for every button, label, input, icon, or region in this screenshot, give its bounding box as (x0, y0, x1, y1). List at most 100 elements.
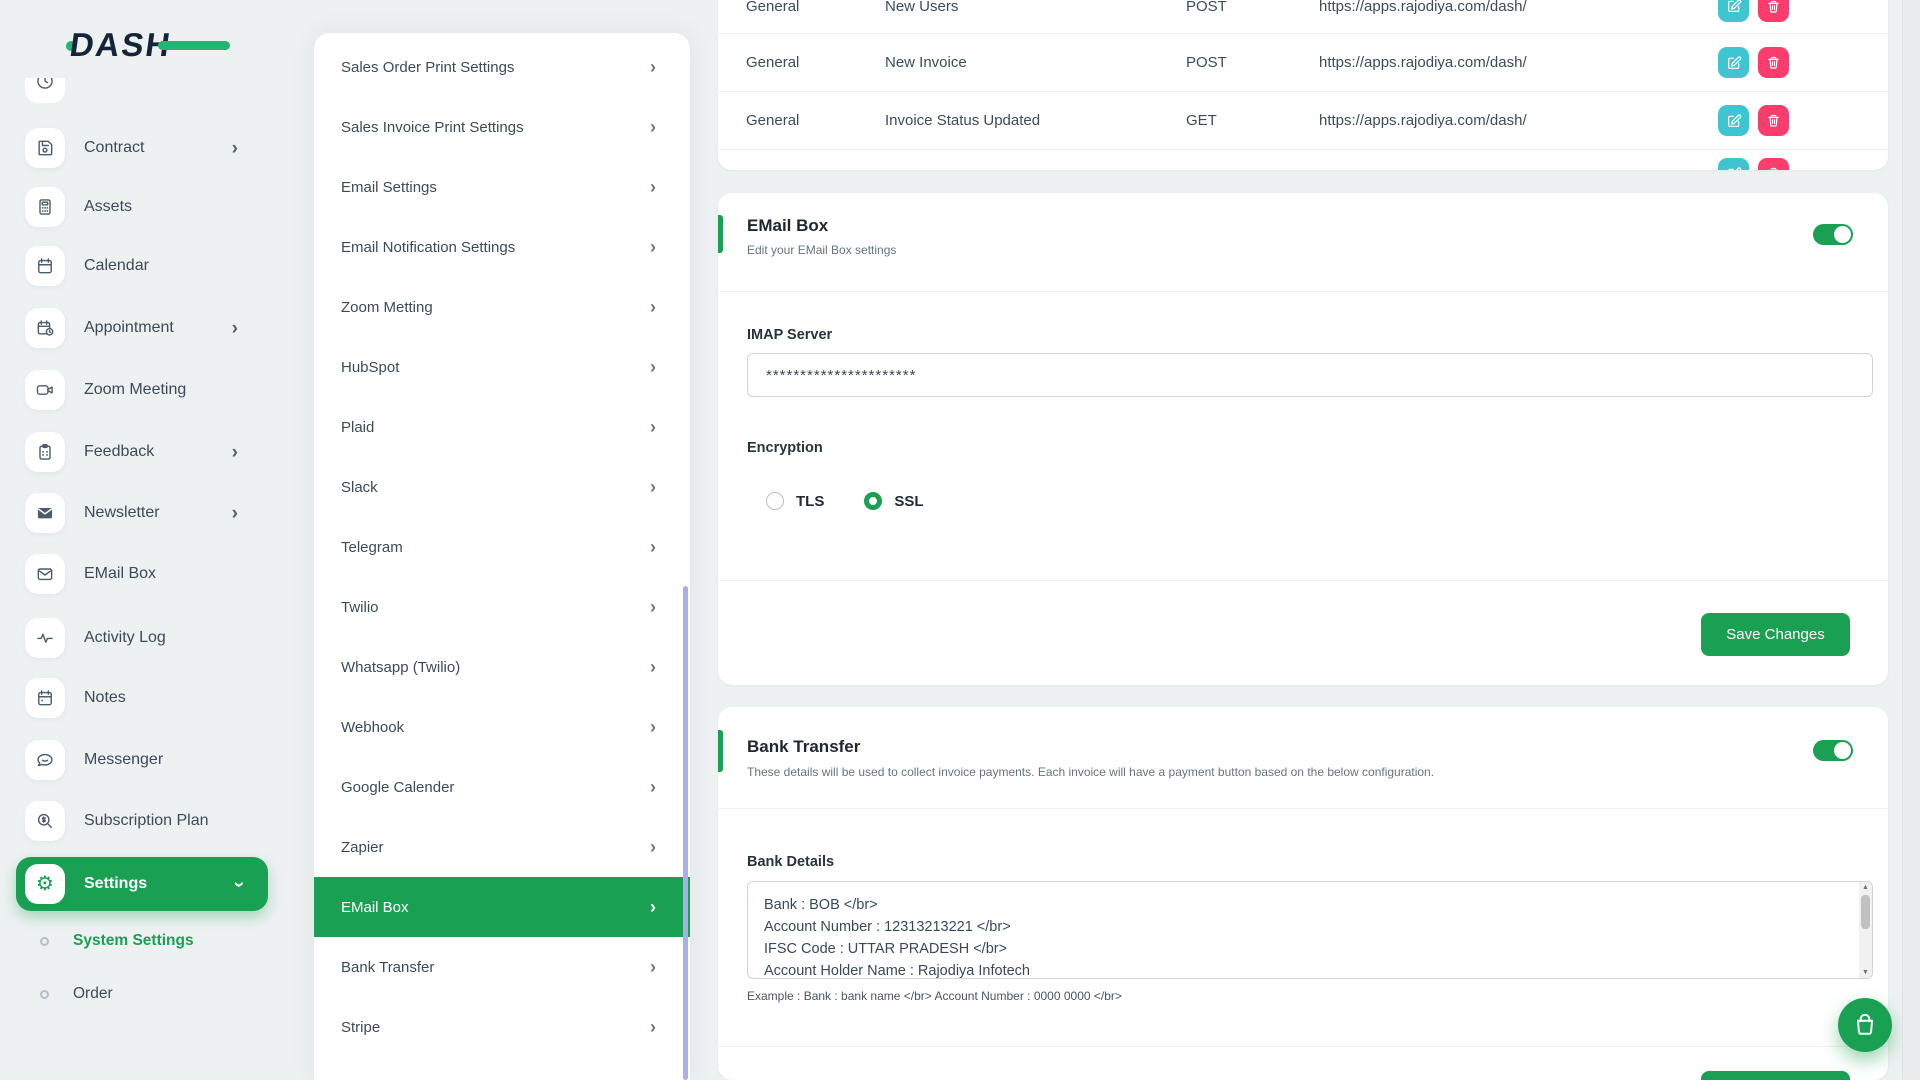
delete-button[interactable] (1758, 105, 1789, 136)
webhook-table-row: GeneralNew UsersPOSThttps://apps.rajodiy… (718, 0, 1888, 34)
settings-menu-item-zoom-metting[interactable]: Zoom Metting› (314, 277, 690, 337)
settings-menu-item-email-box[interactable]: EMail Box› (314, 877, 690, 937)
sidebar-subitem-label: System Settings (73, 932, 194, 950)
bank-details-label: Bank Details (747, 854, 834, 870)
settings-menu-panel: Sales Order Print Settings›Sales Invoice… (314, 33, 690, 1080)
delete-button[interactable] (1758, 0, 1789, 22)
settings-menu-item-google-calender[interactable]: Google Calender › (314, 757, 690, 817)
divider (718, 808, 1888, 809)
divider (718, 580, 1888, 581)
settings-menu-item-slack[interactable]: Slack› (314, 457, 690, 517)
envelope-outline-icon (25, 554, 65, 594)
module-cell: General (746, 0, 885, 15)
method-cell: POST (1186, 0, 1319, 15)
sidebar-item-calendar[interactable]: Calendar (16, 246, 268, 286)
bank-transfer-save-button[interactable]: Save Changes (1701, 1071, 1850, 1080)
settings-menu-item-email-notification-settings[interactable]: Email Notification Settings › (314, 217, 690, 277)
chevron-right-icon: › (650, 778, 656, 796)
row-actions (1718, 105, 1789, 136)
sidebar-item-label: Appointment (84, 319, 174, 337)
bank-transfer-toggle[interactable] (1813, 740, 1853, 761)
module-cell: General (746, 112, 885, 129)
settings-menu-item-label: HubSpot (341, 359, 399, 376)
encryption-label: Encryption (747, 440, 823, 456)
sidebar-subitem-system-settings[interactable]: System Settings (40, 926, 194, 956)
ssl-radio[interactable] (864, 492, 882, 510)
sidebar-item-appointment[interactable]: Appointment › (16, 308, 268, 348)
chevron-right-icon: › (650, 178, 656, 196)
chevron-right-icon: › (650, 298, 656, 316)
settings-menu-item-plaid[interactable]: Plaid› (314, 397, 690, 457)
chevron-right-icon: › (232, 139, 238, 158)
edit-button[interactable] (1718, 158, 1749, 170)
settings-menu-item-label: Stripe (341, 1019, 380, 1036)
settings-menu-item-label: Google Calender (341, 779, 454, 796)
delete-button[interactable] (1758, 47, 1789, 78)
settings-menu-item-zapier[interactable]: Zapier› (314, 817, 690, 877)
settings-menu-scrollbar[interactable] (683, 586, 688, 1080)
textarea-scrollbar[interactable]: ▲ ▼ (1859, 882, 1872, 978)
shopping-bag-fab[interactable] (1838, 998, 1892, 1052)
sidebar-item-notes[interactable]: Notes (16, 678, 268, 718)
edit-button[interactable] (1718, 0, 1749, 22)
section-accent-bar (718, 215, 723, 253)
settings-menu-item-stripe[interactable]: Stripe› (314, 997, 690, 1057)
sidebar-item-email-box[interactable]: EMail Box (16, 554, 268, 594)
page-scrollbar-track[interactable] (1902, 0, 1920, 1080)
tls-radio[interactable] (766, 492, 784, 510)
logo-dash-bar (158, 41, 230, 50)
sidebar-item-zoom-meeting[interactable]: Zoom Meeting (16, 370, 268, 410)
settings-menu-item-whatsapp-twilio[interactable]: Whatsapp (Twilio)› (314, 637, 690, 697)
sidebar-item-settings[interactable]: ⚙ Settings › (16, 857, 268, 911)
chevron-right-icon: › (650, 478, 656, 496)
sidebar-item-activity-log[interactable]: Activity Log (16, 618, 268, 658)
sidebar-item-newsletter[interactable]: Newsletter › (16, 493, 268, 533)
settings-menu-item-sales-invoice-print-settings[interactable]: Sales Invoice Print Settings› (314, 97, 690, 157)
sidebar-item-label: Calendar (84, 257, 149, 275)
bullet-ring-icon (40, 937, 49, 946)
email-box-save-button[interactable]: Save Changes (1701, 613, 1850, 656)
sidebar-item-contract[interactable]: Contract › (16, 128, 268, 168)
settings-menu-item-paypal[interactable]: Paypal› (314, 1057, 690, 1080)
chevron-right-icon: › (650, 598, 656, 616)
chevron-right-icon: › (650, 898, 656, 916)
edit-button[interactable] (1718, 105, 1749, 136)
toggle-knob (1834, 742, 1851, 759)
row-actions (1718, 0, 1789, 22)
chevron-right-icon: › (232, 319, 238, 338)
sidebar-item-messenger[interactable]: Messenger (16, 740, 268, 780)
bank-transfer-subtitle: These details will be used to collect in… (747, 765, 1434, 779)
sidebar-item-assets[interactable]: Assets (16, 187, 268, 227)
sidebar-item-partial[interactable] (25, 78, 65, 103)
settings-menu-item-label: Webhook (341, 719, 404, 736)
sidebar-subitem-label: Order (73, 985, 113, 1003)
url-cell: https://apps.rajodiya.com/dash/ (1319, 0, 1888, 15)
sidebar-subitem-order[interactable]: Order (40, 979, 113, 1009)
imap-server-input[interactable] (747, 353, 1873, 397)
divider (718, 291, 1888, 292)
chat-bubble-icon (25, 740, 65, 780)
settings-menu-item-email-settings[interactable]: Email Settings› (314, 157, 690, 217)
sidebar-item-subscription-plan[interactable]: Subscription Plan (16, 801, 268, 841)
settings-menu-item-telegram[interactable]: Telegram› (314, 517, 690, 577)
bank-details-textarea[interactable]: Bank : BOB </br> Account Number : 123132… (747, 881, 1873, 979)
chevron-right-icon: › (650, 238, 656, 256)
edit-button[interactable] (1718, 47, 1749, 78)
settings-menu-item-twilio[interactable]: Twilio› (314, 577, 690, 637)
settings-menu-item-webhook[interactable]: Webhook› (314, 697, 690, 757)
brand-logo[interactable]: DASH (70, 26, 220, 66)
sidebar: DASH Contract › Assets Calendar Appointm… (0, 0, 284, 1080)
sidebar-item-label: Contract (84, 139, 144, 157)
settings-menu-item-sales-order-print-settings[interactable]: Sales Order Print Settings› (314, 37, 690, 97)
delete-button[interactable] (1758, 158, 1789, 170)
webhook-table-row: GeneralInvoice Status UpdatedGEThttps://… (718, 92, 1888, 150)
scroll-down-icon[interactable]: ▼ (1859, 969, 1872, 976)
settings-menu-item-bank-transfer[interactable]: Bank Transfer› (314, 937, 690, 997)
email-box-toggle[interactable] (1813, 224, 1853, 245)
settings-menu-item-hubspot[interactable]: HubSpot› (314, 337, 690, 397)
sidebar-item-feedback[interactable]: Feedback › (16, 432, 268, 472)
calendar-icon (25, 246, 65, 286)
settings-menu-item-label: Email Notification Settings (341, 239, 515, 256)
scroll-up-icon[interactable]: ▲ (1859, 884, 1872, 891)
scroll-thumb[interactable] (1861, 895, 1870, 929)
